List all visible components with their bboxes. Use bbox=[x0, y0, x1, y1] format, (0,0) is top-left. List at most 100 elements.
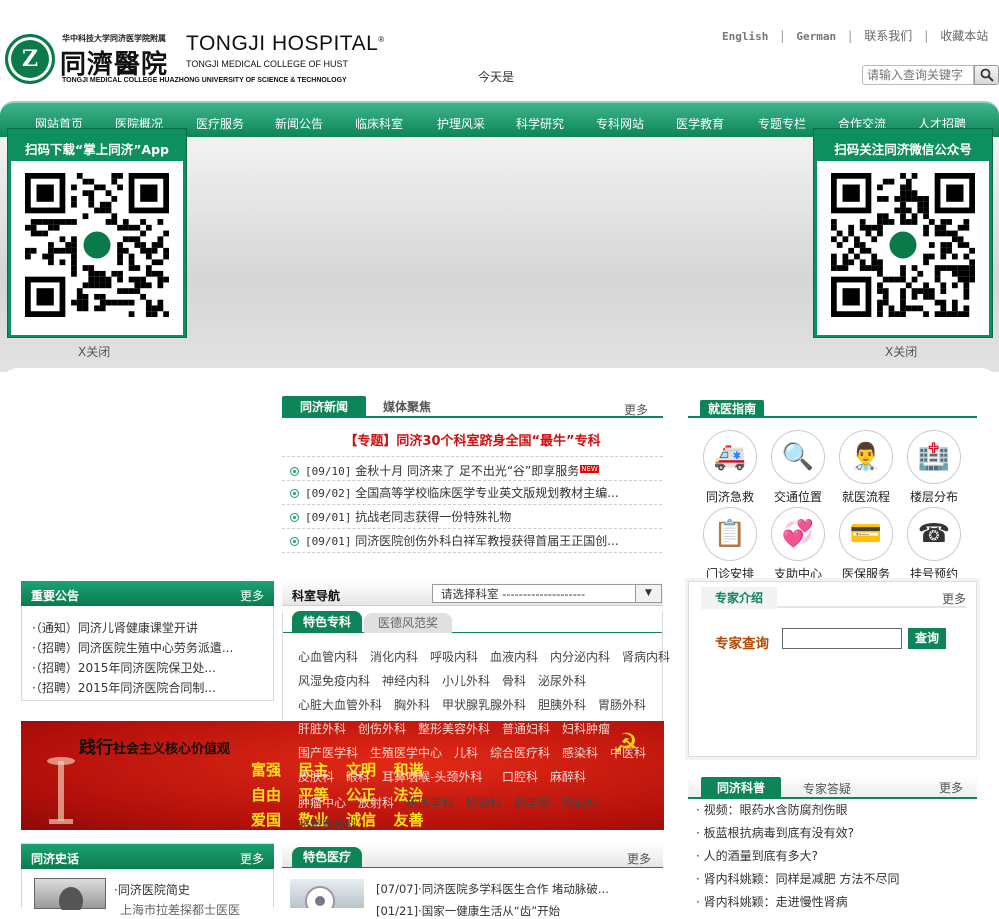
tab-media-focus[interactable]: 媒体聚焦 bbox=[383, 396, 431, 418]
notice-item[interactable]: ·（招聘）2015年同济医院保卫处... bbox=[32, 659, 216, 676]
nav-services[interactable]: 医疗服务 bbox=[196, 115, 244, 132]
dept-link[interactable]: 输血科 bbox=[562, 794, 598, 811]
dept-link[interactable]: 骨科 bbox=[502, 672, 526, 689]
nav-clinical[interactable]: 临床科室 bbox=[355, 115, 403, 132]
qr-wechat-close[interactable]: X关闭 bbox=[885, 343, 917, 360]
dept-link[interactable]: 麻醉科 bbox=[550, 768, 586, 785]
dept-link[interactable]: 皮肤科 bbox=[298, 768, 334, 785]
logo-emblem[interactable]: Z bbox=[5, 34, 55, 84]
dept-link[interactable]: 超声影像科 bbox=[298, 816, 358, 833]
guide-emergency[interactable]: 🚑 同济急救 bbox=[700, 430, 760, 505]
dept-link[interactable]: 耳鼻咽喉-头颈外科 bbox=[382, 768, 482, 785]
news-headline[interactable]: 【专题】同济30个科室跻身全国“最牛”专科 bbox=[282, 430, 663, 449]
link-contact[interactable]: 联系我们 bbox=[864, 27, 912, 44]
science-item[interactable]: · 肾内科姚颖：走进慢性肾病 bbox=[696, 893, 848, 910]
dept-link[interactable]: 内分泌内科 bbox=[550, 648, 610, 665]
dept-link[interactable]: 肾病内科 bbox=[622, 648, 670, 665]
dept-link[interactable]: 神经内科 bbox=[382, 672, 430, 689]
dept-link[interactable]: 肿瘤中心 bbox=[298, 794, 346, 811]
dept-link[interactable]: 泌尿外科 bbox=[538, 672, 586, 689]
dept-link[interactable]: 检验科 bbox=[466, 794, 502, 811]
history-item[interactable]: ·同济医院简史 bbox=[114, 881, 190, 898]
tab-ethics-award[interactable]: 医德风范奖 bbox=[364, 613, 452, 633]
dept-link[interactable]: 妇科肿瘤 bbox=[562, 720, 610, 737]
tab-expert-qa[interactable]: 专家答疑 bbox=[803, 780, 851, 797]
nav-news[interactable]: 新闻公告 bbox=[275, 115, 323, 132]
science-item[interactable]: · 人的酒量到底有多大? bbox=[696, 847, 818, 864]
dept-link[interactable]: 胆胰外科 bbox=[538, 696, 586, 713]
guide-clinic-schedule[interactable]: 📋 门诊安排 bbox=[700, 507, 760, 582]
featured-item[interactable]: [07/07]·同济医院多学科医生合作 堵动脉破... bbox=[376, 881, 609, 897]
logo-chinese-name[interactable]: 同濟醫院 bbox=[60, 44, 168, 81]
dept-link[interactable]: 口腔科 bbox=[502, 768, 538, 785]
dept-link[interactable]: 围产医学科 bbox=[298, 744, 358, 761]
search-input[interactable] bbox=[862, 65, 974, 85]
dept-link[interactable]: 放射科 bbox=[358, 794, 394, 811]
expert-query-input[interactable] bbox=[782, 628, 902, 649]
dept-link[interactable]: 中医科 bbox=[610, 744, 646, 761]
history-more-link[interactable]: 更多 bbox=[240, 850, 264, 867]
featured-photo[interactable] bbox=[290, 879, 364, 916]
dept-link[interactable]: 核医学科 bbox=[406, 794, 454, 811]
science-more-link[interactable]: 更多 bbox=[939, 779, 963, 796]
search-button[interactable] bbox=[974, 65, 999, 85]
dept-link[interactable]: 胃肠外科 bbox=[598, 696, 646, 713]
expert-more-link[interactable]: 更多 bbox=[942, 590, 966, 607]
science-item[interactable]: · 板蓝根抗病毒到底有没有效? bbox=[696, 824, 854, 841]
link-german[interactable]: German bbox=[796, 30, 836, 43]
guide-floors[interactable]: 🏥 楼层分布 bbox=[904, 430, 964, 505]
dept-select[interactable]: 请选择科室 -------------------- ▼ bbox=[432, 584, 662, 603]
dept-link[interactable]: 普通妇科 bbox=[502, 720, 550, 737]
featured-item[interactable]: [01/21]·国家一健康生活从“齿”开始 bbox=[376, 903, 560, 919]
history-item[interactable]: 上海市拉差探都士医医 bbox=[120, 901, 240, 918]
dept-link[interactable]: 呼吸内科 bbox=[430, 648, 478, 665]
news-item[interactable]: [09/02] 全国高等学校临床医学专业英文版规划教材主编... bbox=[282, 482, 662, 505]
dept-link[interactable]: 药学部 bbox=[514, 794, 550, 811]
guide-appointment[interactable]: ☎ 挂号预约 bbox=[904, 507, 964, 582]
featured-more-link[interactable]: 更多 bbox=[627, 850, 651, 867]
dept-link[interactable]: 心脏大血管外科 bbox=[298, 696, 382, 713]
dept-link[interactable]: 消化内科 bbox=[370, 648, 418, 665]
nav-specialty-sites[interactable]: 专科网站 bbox=[596, 115, 644, 132]
nav-topics[interactable]: 专题专栏 bbox=[758, 115, 806, 132]
nav-nursing[interactable]: 护理风采 bbox=[437, 115, 485, 132]
dept-link[interactable]: 肝脏外科 bbox=[298, 720, 346, 737]
dept-link[interactable]: 感染科 bbox=[562, 744, 598, 761]
dept-link[interactable]: 儿科 bbox=[454, 744, 478, 761]
link-english[interactable]: English bbox=[722, 30, 768, 43]
dept-link[interactable]: 甲状腺乳腺外科 bbox=[442, 696, 526, 713]
dept-link[interactable]: 眼科 bbox=[346, 768, 370, 785]
dept-link[interactable]: 创伤外科 bbox=[358, 720, 406, 737]
news-more-link[interactable]: 更多 bbox=[624, 401, 648, 418]
dept-link[interactable]: 小儿外科 bbox=[442, 672, 490, 689]
tab-tongji-news[interactable]: 同济新闻 bbox=[282, 396, 366, 418]
guide-insurance[interactable]: 💳 医保服务 bbox=[836, 507, 896, 582]
science-item[interactable]: · 肾内科姚颖：同样是减肥 方法不尽同 bbox=[696, 870, 899, 887]
nav-research[interactable]: 科学研究 bbox=[516, 115, 564, 132]
dept-link[interactable]: 血液内科 bbox=[490, 648, 538, 665]
dept-link[interactable]: 整形美容外科 bbox=[418, 720, 490, 737]
expert-query-button[interactable]: 查询 bbox=[908, 628, 946, 649]
science-item[interactable]: · 视频：眼药水含防腐剂伤眼 bbox=[696, 801, 848, 818]
news-item[interactable]: [09/01] 抗战老同志获得一份特殊礼物 bbox=[282, 506, 662, 529]
news-item[interactable]: [09/10] 金秋十月 同济来了 足不出光“谷”即享服务 NEW bbox=[282, 458, 662, 481]
dept-link[interactable]: 心血管内科 bbox=[298, 648, 358, 665]
dept-link[interactable]: 生殖医学中心 bbox=[370, 744, 442, 761]
dept-link[interactable]: 胸外科 bbox=[394, 696, 430, 713]
dept-link[interactable]: 综合医疗科 bbox=[490, 744, 550, 761]
link-bookmark[interactable]: 收藏本站 bbox=[940, 27, 988, 44]
guide-traffic[interactable]: 🔍 交通位置 bbox=[768, 430, 828, 505]
notice-item[interactable]: ·（招聘）2015年同济医院合同制... bbox=[32, 679, 216, 696]
qr-app-close[interactable]: X关闭 bbox=[78, 343, 110, 360]
dept-link[interactable]: 风湿免疫内科 bbox=[298, 672, 370, 689]
guide-support-center[interactable]: 💞 支助中心 bbox=[768, 507, 828, 582]
guide-process[interactable]: 👨‍⚕️ 就医流程 bbox=[836, 430, 896, 505]
logo-english-name[interactable]: TONGJI HOSPITAL® bbox=[186, 32, 385, 56]
nav-education[interactable]: 医学教育 bbox=[676, 115, 724, 132]
notice-item[interactable]: ·（通知）同济儿肾健康课堂开讲 bbox=[32, 619, 198, 636]
news-item[interactable]: [09/01] 同济医院创伤外科白祥军教授获得首届王正国创... bbox=[282, 530, 662, 553]
tab-science[interactable]: 同济科普 bbox=[701, 777, 781, 799]
tab-featured-specialty[interactable]: 特色专科 bbox=[292, 611, 362, 633]
notice-item[interactable]: ·（招聘）同济医院生殖中心劳务派遣... bbox=[32, 639, 233, 656]
notice-more-link[interactable]: 更多 bbox=[240, 587, 264, 604]
